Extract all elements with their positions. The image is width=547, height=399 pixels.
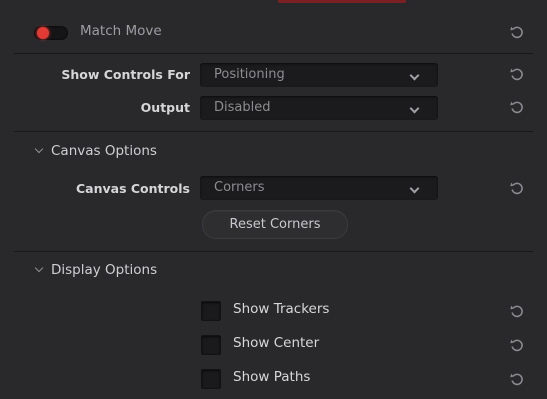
output-dropdown[interactable]: Disabled: [200, 96, 438, 120]
reset-icon[interactable]: [509, 66, 525, 82]
dropdown-value: Positioning: [214, 67, 285, 82]
canvas-controls-dropdown[interactable]: Corners: [200, 176, 438, 200]
chevron-down-icon: [34, 144, 44, 154]
section-title: Display Options: [51, 262, 158, 278]
show-controls-for-label: Show Controls For: [61, 67, 190, 82]
reset-corners-button[interactable]: Reset Corners: [202, 210, 348, 239]
dropdown-value: Disabled: [214, 100, 271, 115]
show-trackers-checkbox[interactable]: [201, 301, 221, 321]
chevron-down-icon: [409, 103, 420, 114]
show-center-checkbox[interactable]: [201, 335, 221, 355]
reset-icon[interactable]: [509, 24, 525, 40]
panel-title: Match Move: [80, 23, 162, 39]
reset-icon[interactable]: [509, 303, 525, 319]
canvas-controls-label: Canvas Controls: [76, 181, 190, 196]
dropdown-value: Corners: [214, 180, 265, 195]
divider: [14, 251, 533, 252]
chevron-down-icon: [409, 183, 420, 194]
show-center-label: Show Center: [233, 335, 320, 351]
panel-top-accent: [278, 0, 406, 3]
reset-icon[interactable]: [509, 337, 525, 353]
match-move-panel: Match Move Show Controls For Positioning…: [0, 0, 547, 399]
toggle-indicator: [37, 27, 49, 39]
chevron-down-icon: [409, 70, 420, 81]
show-trackers-label: Show Trackers: [233, 301, 330, 317]
show-paths-label: Show Paths: [233, 369, 311, 385]
reset-icon[interactable]: [509, 371, 525, 387]
section-title: Canvas Options: [51, 143, 157, 159]
chevron-down-icon: [34, 263, 44, 273]
divider: [14, 131, 533, 132]
show-controls-for-dropdown[interactable]: Positioning: [200, 63, 438, 87]
match-move-toggle[interactable]: [34, 26, 68, 40]
divider: [14, 53, 533, 54]
reset-icon[interactable]: [509, 99, 525, 115]
output-label: Output: [140, 100, 190, 115]
show-paths-checkbox[interactable]: [201, 369, 221, 389]
reset-icon[interactable]: [509, 180, 525, 196]
display-options-header[interactable]: Display Options: [34, 262, 158, 278]
canvas-options-header[interactable]: Canvas Options: [34, 143, 157, 159]
